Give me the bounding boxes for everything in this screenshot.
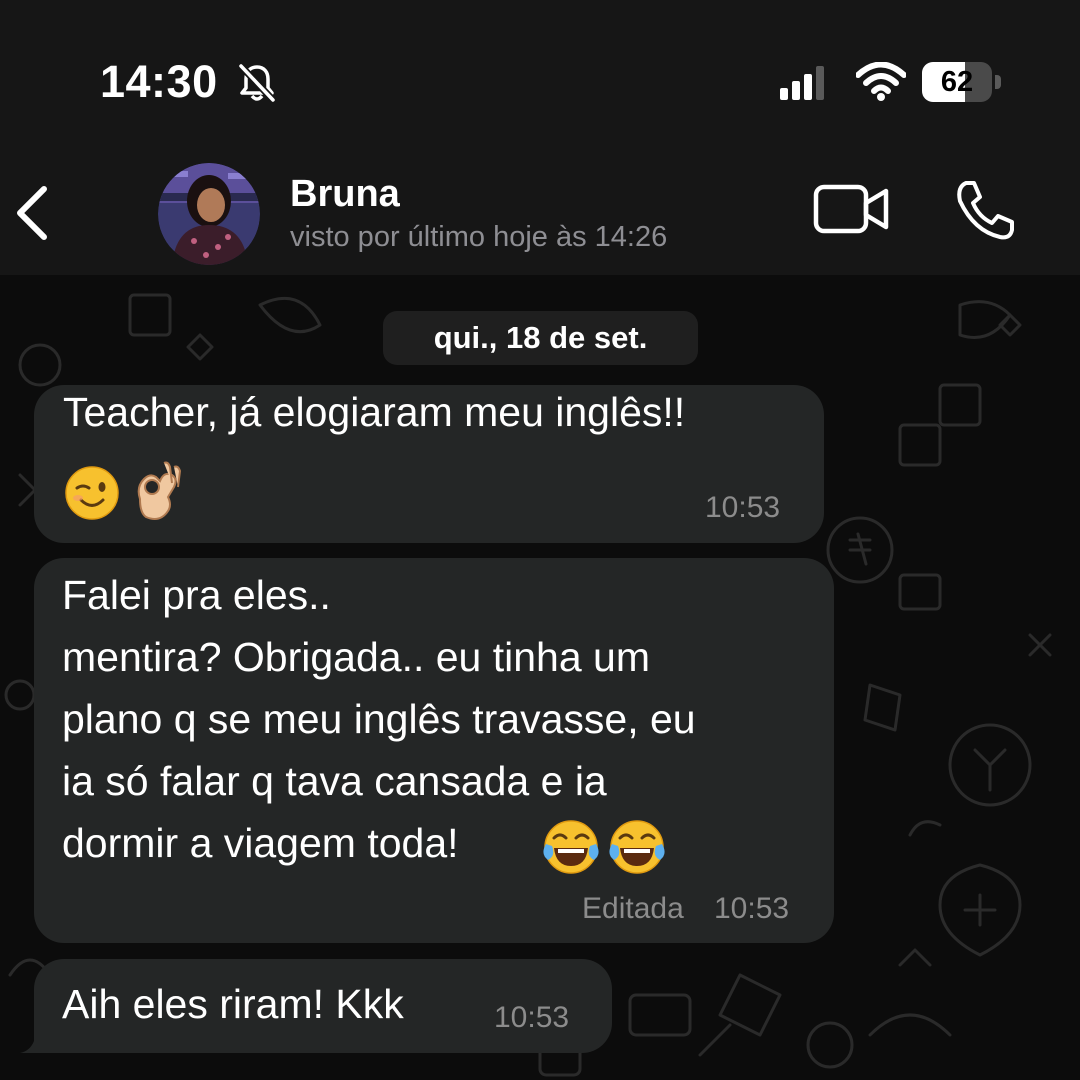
edited-label: Editada — [582, 892, 684, 925]
message-time: 10:53 — [705, 491, 781, 524]
chat-header: Bruna visto por último hoje às 14:26 — [0, 163, 1080, 275]
message-text: Aih eles riram! Kkk — [62, 981, 404, 1027]
status-bar: 14:30 62 — [0, 0, 1080, 165]
bubble-tail — [20, 1023, 50, 1053]
message-bubble[interactable]: Teacher, já elogiaram meu inglês!! 10:53 — [34, 385, 824, 543]
wifi-icon — [856, 62, 906, 101]
tears-of-joy-emoji — [609, 820, 665, 874]
message-bubble[interactable]: Aih eles riram! Kkk 10:53 — [34, 959, 612, 1053]
message-line: dormir a viagem toda! — [62, 820, 459, 866]
chat-area[interactable]: qui., 18 de set. Teacher, já elogiaram m… — [0, 275, 1080, 1080]
contact-name[interactable]: Bruna — [290, 173, 400, 216]
bell-slash-icon — [238, 63, 276, 103]
phone-icon[interactable] — [952, 177, 1018, 243]
battery-percent: 62 — [940, 66, 974, 98]
battery-icon: 62 — [922, 62, 1002, 102]
date-separator: qui., 18 de set. — [383, 311, 698, 365]
status-time: 14:30 — [100, 56, 218, 107]
video-camera-icon[interactable] — [812, 179, 892, 239]
message-bubble[interactable]: Falei pra eles.. mentira? Obrigada.. eu … — [34, 558, 834, 943]
battery-nub — [995, 75, 1001, 89]
battery-body: 62 — [922, 62, 992, 102]
message-line: plano q se meu inglês travasse, eu — [62, 696, 696, 742]
tears-of-joy-emoji — [543, 820, 599, 874]
message-line: ia só falar q tava cansada e ia — [62, 758, 607, 804]
message-time: 10:53 — [494, 1001, 570, 1034]
message-text: Teacher, já elogiaram meu inglês!! — [63, 389, 686, 435]
signal-icon — [780, 66, 824, 100]
avatar[interactable] — [158, 163, 260, 265]
message-line: mentira? Obrigada.. eu tinha um — [62, 634, 650, 680]
chevron-left-icon[interactable] — [10, 181, 54, 245]
message-line: Falei pra eles.. — [62, 572, 331, 618]
ok-hand-emoji — [137, 461, 182, 520]
last-seen-status: visto por último hoje às 14:26 — [290, 221, 668, 253]
winking-face-emoji — [65, 466, 119, 520]
message-time: 10:53 — [714, 892, 790, 925]
